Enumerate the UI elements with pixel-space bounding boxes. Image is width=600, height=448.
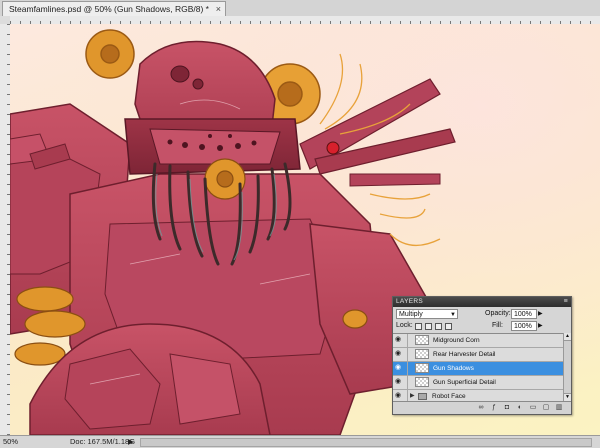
folder-icon[interactable]: ▭ bbox=[529, 404, 537, 412]
lock-all-icon[interactable] bbox=[445, 323, 452, 330]
visibility-toggle[interactable]: ◉ bbox=[393, 334, 408, 347]
layer-list: ◉ Midground Corn ◉ Rear Harvester Detail… bbox=[393, 333, 563, 402]
panel-menu-icon[interactable]: ≡ bbox=[564, 297, 568, 307]
document-size-info: Doc: 167.5M/1.18G bbox=[70, 437, 136, 446]
layer-name: Rear Harvester Detail bbox=[433, 351, 496, 358]
layer-thumbnail bbox=[415, 349, 429, 359]
close-tab-icon[interactable]: × bbox=[216, 2, 221, 16]
opacity-input[interactable]: 100% bbox=[511, 309, 537, 319]
scroll-up-icon[interactable]: ▲ bbox=[564, 333, 571, 341]
document-tab[interactable]: Steamfamlines.psd @ 50% (Gun Shadows, RG… bbox=[2, 1, 226, 16]
layer-row-selected[interactable]: ◉ Gun Shadows bbox=[393, 362, 563, 376]
layers-panel-titlebar[interactable]: LAYERS ≡ bbox=[393, 297, 571, 307]
horizontal-scrollbar[interactable] bbox=[140, 438, 592, 447]
layers-panel-footer: ∞ ƒ ◘ ◐ ▭ ▢ ▥ bbox=[393, 401, 571, 414]
lock-pixels-icon[interactable] bbox=[425, 323, 432, 330]
visibility-toggle[interactable]: ◉ bbox=[393, 362, 408, 375]
blend-opacity-row: Multiply ▼ Opacity: 100% ▶ bbox=[393, 308, 571, 320]
layer-name: Midground Corn bbox=[433, 337, 480, 344]
new-layer-icon[interactable]: ▢ bbox=[542, 404, 550, 412]
blend-mode-value: Multiply bbox=[399, 311, 423, 318]
layer-thumbnail bbox=[415, 335, 429, 345]
lock-fill-row: Lock: Fill: 100% ▶ bbox=[393, 321, 571, 332]
document-tab-bar: Steamfamlines.psd @ 50% (Gun Shadows, RG… bbox=[0, 0, 600, 17]
folder-icon bbox=[418, 393, 427, 400]
blend-mode-select[interactable]: Multiply ▼ bbox=[396, 309, 458, 319]
gear-left bbox=[85, 29, 135, 79]
eye-icon: ◉ bbox=[395, 364, 402, 371]
fill-input[interactable]: 100% bbox=[511, 321, 537, 331]
visibility-toggle[interactable]: ◉ bbox=[393, 348, 408, 361]
eye-icon: ◉ bbox=[395, 336, 402, 343]
opacity-slider-toggle-icon[interactable]: ▶ bbox=[538, 310, 543, 317]
eye-icon: ◉ bbox=[395, 350, 402, 357]
layer-row[interactable]: ◉ Rear Harvester Detail bbox=[393, 348, 563, 362]
layer-row[interactable]: ◉ Midground Corn bbox=[393, 334, 563, 348]
zoom-level[interactable]: 50% bbox=[3, 436, 18, 448]
fill-label: Fill: bbox=[492, 322, 503, 329]
layer-thumbnail bbox=[415, 377, 429, 387]
mask-icon[interactable]: ◘ bbox=[503, 404, 511, 412]
layer-row[interactable]: ◉ Gun Superficial Detail bbox=[393, 376, 563, 390]
status-menu-icon[interactable]: ▶ bbox=[128, 436, 134, 448]
lock-position-icon[interactable] bbox=[435, 323, 442, 330]
fx-icon[interactable]: ƒ bbox=[490, 404, 498, 412]
opacity-label: Opacity: bbox=[485, 310, 511, 317]
layer-name: Gun Shadows bbox=[433, 365, 474, 372]
trash-icon[interactable]: ▥ bbox=[555, 404, 563, 412]
layer-list-scrollbar[interactable]: ▲ ▼ bbox=[563, 333, 571, 401]
document-tab-title: Steamfamlines.psd @ 50% (Gun Shadows, RG… bbox=[9, 4, 209, 14]
layers-panel-title: LAYERS bbox=[396, 298, 423, 305]
eye-icon: ◉ bbox=[395, 392, 402, 399]
link-icon[interactable]: ∞ bbox=[477, 404, 485, 412]
status-bar: 50% Doc: 167.5M/1.18G ▶ bbox=[0, 435, 600, 448]
visibility-toggle[interactable]: ◉ bbox=[393, 376, 408, 389]
lock-transparency-icon[interactable] bbox=[415, 323, 422, 330]
fill-slider-toggle-icon[interactable]: ▶ bbox=[538, 322, 543, 329]
layer-thumbnail bbox=[415, 363, 429, 373]
eye-icon: ◉ bbox=[395, 378, 402, 385]
lock-label: Lock: bbox=[396, 322, 413, 329]
layers-panel: LAYERS ≡ Multiply ▼ Opacity: 100% ▶ Lock… bbox=[392, 296, 572, 415]
layer-name: Gun Superficial Detail bbox=[433, 379, 496, 386]
chevron-down-icon: ▼ bbox=[450, 312, 456, 318]
scroll-down-icon[interactable]: ▼ bbox=[564, 393, 571, 401]
adjustment-icon[interactable]: ◐ bbox=[516, 404, 524, 412]
